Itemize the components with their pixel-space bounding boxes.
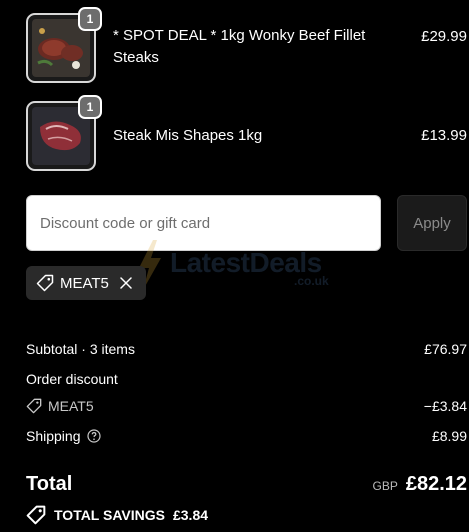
tag-icon	[26, 505, 46, 525]
discount-code-label: MEAT5	[48, 398, 94, 414]
shipping-value: £8.99	[431, 428, 467, 444]
total-row: Total GBP £82.12	[26, 470, 467, 498]
savings-value: £3.84	[172, 507, 209, 523]
savings-label: TOTAL SAVINGS	[54, 507, 165, 523]
discount-code-input[interactable]	[26, 195, 381, 251]
product-name: * SPOT DEAL * 1kg Wonky Beef Fillet Stea…	[113, 27, 366, 66]
product-thumbnail: 1	[26, 95, 102, 171]
close-icon[interactable]	[119, 276, 133, 290]
product-thumbnail: 1	[26, 7, 102, 83]
quantity-badge: 1	[78, 95, 102, 119]
tag-icon	[36, 274, 54, 292]
quantity-badge: 1	[78, 7, 102, 31]
product-name: Steak Mis Shapes 1kg	[113, 127, 263, 144]
watermark-domain: .co.uk	[294, 274, 329, 288]
checkout-order-summary: 1 * SPOT DEAL * 1kg Wonky Beef Fillet St…	[0, 0, 469, 532]
total-value: £82.12	[405, 472, 467, 495]
discount-value: −£3.84	[423, 398, 467, 414]
order-discount-row: Order discount	[26, 371, 467, 387]
currency-code: GBP	[372, 478, 398, 493]
applied-code-label: MEAT5	[60, 274, 109, 292]
cart-line-item: 1 * SPOT DEAL * 1kg Wonky Beef Fillet St…	[26, 7, 469, 85]
watermark-text: LatestDeals	[170, 247, 322, 278]
subtotal-value: £76.97	[424, 341, 467, 357]
discount-code-row: MEAT5 −£3.84	[26, 398, 467, 414]
total-savings: TOTAL SAVINGS £3.84	[26, 505, 208, 525]
subtotal-row: Subtotal · 3 items £76.97	[26, 341, 467, 357]
order-discount-label: Order discount	[26, 371, 118, 387]
product-price: £13.99	[421, 127, 467, 144]
product-price: £29.99	[421, 28, 467, 45]
help-circle-icon[interactable]	[86, 429, 101, 443]
shipping-row: Shipping £8.99	[26, 428, 467, 444]
shipping-label: Shipping	[26, 428, 81, 444]
cart-line-item: 1 Steak Mis Shapes 1kg £13.99	[26, 95, 469, 173]
remove-discount-button[interactable]	[119, 276, 133, 290]
applied-discount-chip: MEAT5	[26, 266, 146, 300]
total-label: Total	[26, 472, 73, 495]
apply-discount-button[interactable]: Apply	[397, 195, 467, 251]
subtotal-label: Subtotal · 3 items	[26, 341, 135, 357]
tag-icon	[26, 398, 42, 414]
